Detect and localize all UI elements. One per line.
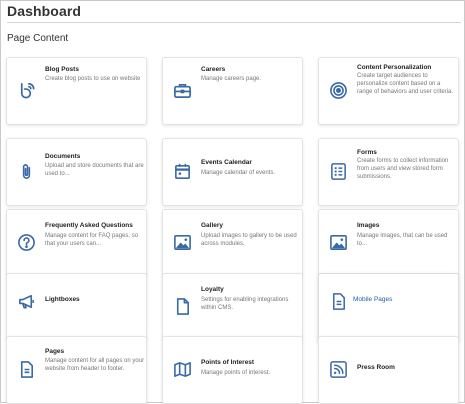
card-description: Settings for enabling integrations withi… [201, 297, 289, 311]
card-content-personalization[interactable]: Content Personalization Create target au… [318, 57, 459, 125]
card-blog-posts[interactable]: Blog Posts Create blog posts to use on w… [6, 57, 147, 125]
megaphone-icon [16, 291, 36, 311]
card-description: Manage careers page. [201, 76, 262, 82]
question-icon [16, 232, 36, 252]
card-title: Events Calendar [201, 159, 252, 166]
page-title: Dashboard [7, 3, 82, 19]
card-title: Pages [45, 348, 65, 355]
card-title: Lightboxes [45, 296, 80, 303]
form-icon [328, 161, 348, 181]
card-title: Content Personalization [357, 64, 432, 71]
card-description: Upload images to gallery to be used acro… [201, 233, 297, 247]
blog-icon [16, 80, 36, 100]
card-points-of-interest[interactable]: Points of Interest Manage points of inte… [162, 336, 303, 404]
page-icon [16, 359, 36, 379]
mobile-page-icon [328, 291, 348, 311]
image-icon [172, 232, 192, 252]
card-events-calendar[interactable]: Events Calendar Manage calendar of event… [162, 138, 303, 206]
title-divider [7, 22, 461, 23]
calendar-icon [172, 161, 192, 181]
briefcase-icon [172, 80, 192, 100]
paperclip-icon [16, 161, 36, 181]
target-icon [328, 80, 348, 100]
card-title: Gallery [201, 222, 224, 229]
card-loyalty[interactable]: Loyalty Settings for enabling integratio… [162, 273, 303, 341]
card-description: Manage images, that can be used to... [357, 233, 448, 247]
card-description: Manage content for all pages on your web… [45, 358, 145, 372]
card-mobile-pages[interactable]: Mobile Pages [318, 273, 459, 341]
card-description: Create target audiences to personalize c… [357, 73, 454, 95]
card-title: Loyalty [201, 286, 224, 293]
card-description: Manage content for FAQ pages, so that yo… [45, 233, 139, 247]
card-images[interactable]: Images Manage images, that can be used t… [318, 209, 459, 277]
card-description: Create forms to collect information from… [357, 158, 449, 180]
card-description: Create blog posts to use on website [45, 76, 141, 82]
document-icon [172, 296, 192, 316]
card-title: Blog Posts [45, 66, 79, 73]
card-documents[interactable]: Documents Upload and store documents tha… [6, 138, 147, 206]
card-faq[interactable]: Frequently Asked Questions Manage conten… [6, 209, 147, 277]
section-title: Page Content [7, 33, 69, 44]
card-pages[interactable]: Pages Manage content for all pages on yo… [6, 336, 147, 404]
card-title: Mobile Pages [353, 296, 393, 303]
card-title: Careers [201, 66, 226, 73]
card-description: Manage points of interest. [201, 370, 271, 376]
image-icon [328, 232, 348, 252]
card-description: Upload and store documents that are used… [45, 163, 144, 177]
card-gallery[interactable]: Gallery Upload images to gallery to be u… [162, 209, 303, 277]
card-description: Manage calendar of events. [201, 170, 276, 176]
card-title: Documents [45, 153, 81, 160]
card-title: Points of Interest [201, 359, 255, 366]
card-title: Press Room [357, 364, 395, 371]
rss-icon [328, 359, 348, 379]
card-title: Forms [357, 149, 377, 156]
card-lightboxes[interactable]: Lightboxes [6, 273, 147, 341]
card-title: Frequently Asked Questions [45, 222, 133, 229]
card-title: Images [357, 222, 380, 229]
card-press-room[interactable]: Press Room [318, 336, 459, 404]
card-careers[interactable]: Careers Manage careers page. [162, 57, 303, 125]
map-icon [172, 359, 192, 379]
card-forms[interactable]: Forms Create forms to collect informatio… [318, 138, 459, 206]
